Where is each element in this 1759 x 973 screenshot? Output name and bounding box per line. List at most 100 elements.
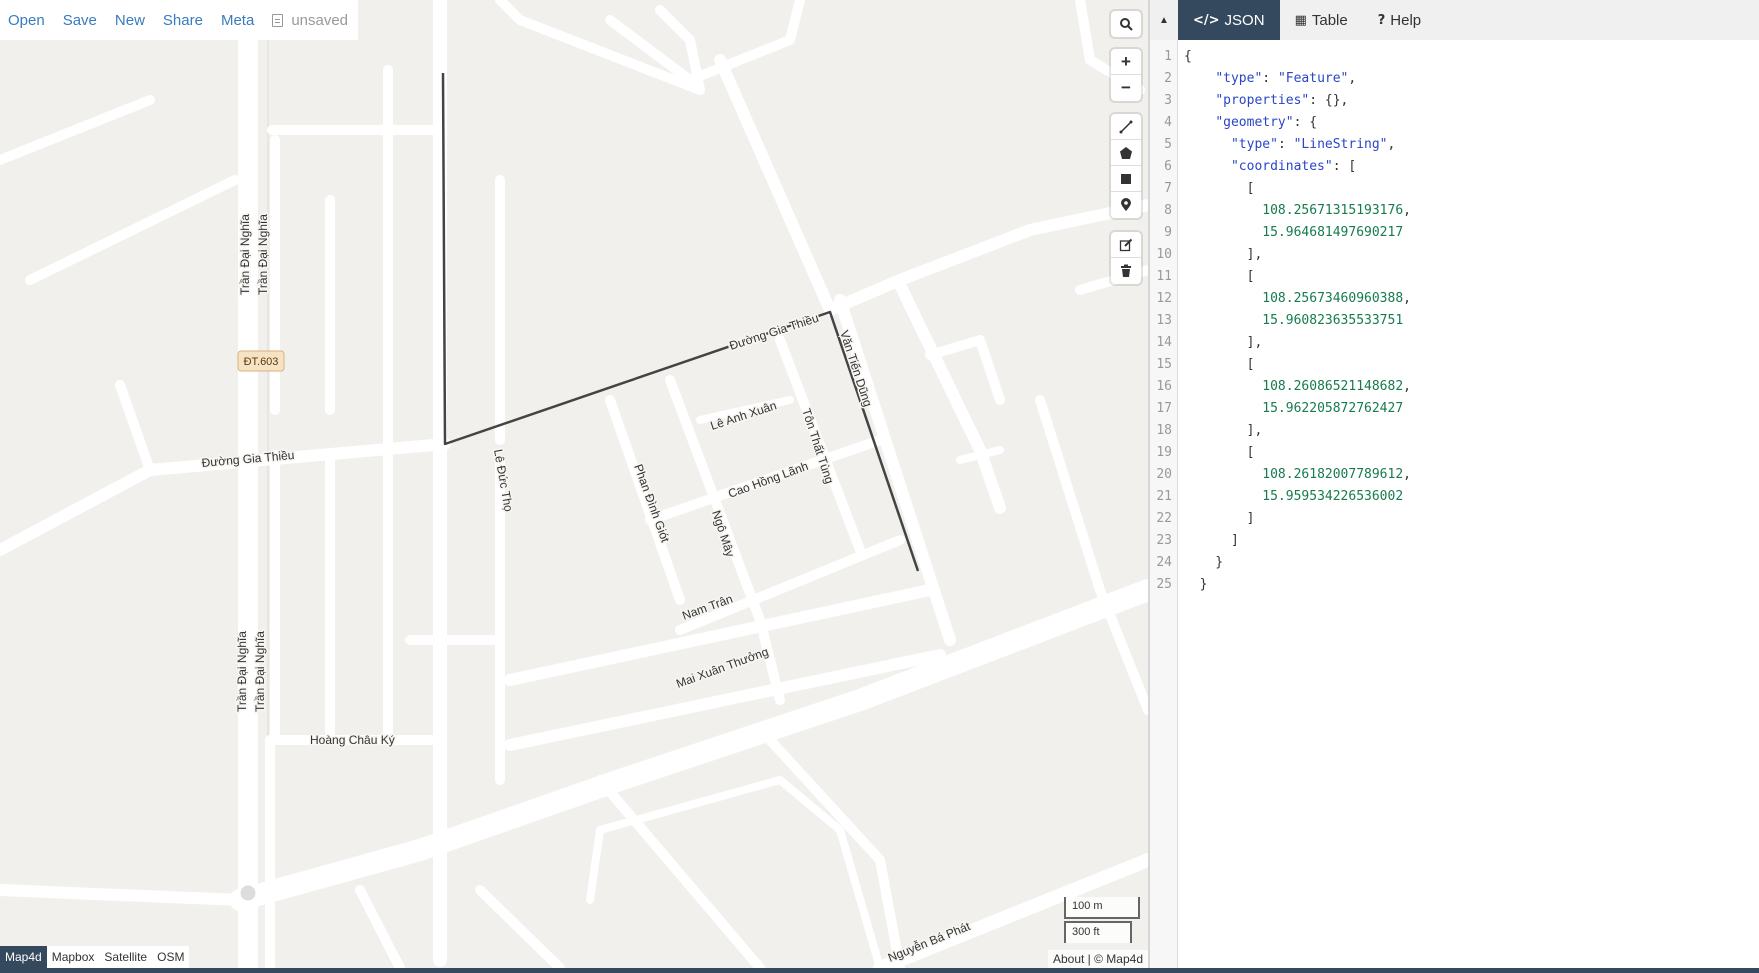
zoom-in-icon[interactable]: + <box>1111 49 1141 75</box>
new-button[interactable]: New <box>115 12 145 29</box>
line-number: 16 <box>1156 379 1172 394</box>
line-number: 1 <box>1164 49 1172 64</box>
tab-help-label: Help <box>1390 11 1422 29</box>
line-number: 4 <box>1164 115 1172 130</box>
code-text: [ <box>1184 445 1255 460</box>
line-number: 3 <box>1164 93 1172 108</box>
map-roads <box>0 0 1148 968</box>
delete-icon[interactable] <box>1111 258 1141 284</box>
line-number: 17 <box>1156 401 1172 416</box>
scale-imperial: 300 ft <box>1064 921 1132 943</box>
code-text: ], <box>1184 335 1263 350</box>
help-icon: ? <box>1377 12 1386 28</box>
tab-table[interactable]: ▦ Table <box>1280 0 1363 40</box>
top-menu: Open Save New Share Meta unsaved <box>0 0 359 40</box>
scale-metric: 100 m <box>1064 897 1140 919</box>
line-number: 19 <box>1156 445 1172 460</box>
code-text: "coordinates": [ <box>1230 159 1357 174</box>
zoom-control: + − <box>1111 49 1141 101</box>
code-text: ], <box>1184 423 1263 438</box>
line-number: 8 <box>1164 203 1172 218</box>
layer-mapbox[interactable]: Mapbox <box>47 946 100 968</box>
code-text: 108.26086521148682, <box>1262 379 1411 394</box>
code-text: "properties": {}, <box>1215 93 1349 108</box>
tab-help[interactable]: ? Help <box>1363 0 1436 40</box>
line-number: 10 <box>1156 247 1172 262</box>
draw-polygon-icon[interactable] <box>1111 140 1141 166</box>
tab-bar: ▲ </> JSON ▦ Table ? Help <box>1150 0 1759 40</box>
street-label: Cao Hồng Lãnh <box>726 459 810 501</box>
code-text: ] <box>1184 533 1239 548</box>
table-icon: ▦ <box>1294 12 1307 28</box>
route-shield-label: ĐT.603 <box>244 356 279 368</box>
line-number: 25 <box>1156 577 1172 592</box>
layer-satellite[interactable]: Satellite <box>99 946 152 968</box>
code-text: [ <box>1184 181 1255 196</box>
map-view[interactable]: ĐT.603 Trần Đại Nghĩa Trần Đại Nghĩa Trầ… <box>0 0 1148 968</box>
street-label: Trần Đại Nghĩa <box>238 214 252 295</box>
collapse-icon[interactable]: ▲ <box>1150 0 1178 40</box>
street-label: Hoàng Châu Ký <box>310 733 395 747</box>
street-label: Trần Đại Nghĩa <box>235 631 249 712</box>
route-shield: ĐT.603 <box>237 350 285 372</box>
save-button[interactable]: Save <box>63 12 97 29</box>
code-text: "type": "LineString", <box>1230 137 1396 152</box>
code-text: "type": "Feature", <box>1215 71 1357 86</box>
tab-json[interactable]: </> JSON <box>1178 0 1280 40</box>
tab-table-label: Table <box>1311 11 1348 29</box>
street-label: Trần Đại Nghĩa <box>256 214 270 295</box>
json-editor[interactable]: 1 {2 "type": "Feature", 3 "properties": {}… <box>1150 40 1759 968</box>
file-icon <box>272 13 284 27</box>
line-number: 5 <box>1164 137 1172 152</box>
code-text: [ <box>1184 357 1255 372</box>
roundabout <box>237 882 259 904</box>
code-text: 108.25673460960388, <box>1262 291 1411 306</box>
line-number: 2 <box>1164 71 1172 86</box>
code-text: 108.25671315193176, <box>1262 203 1411 218</box>
line-number: 12 <box>1156 291 1172 306</box>
line-number: 15 <box>1156 357 1172 372</box>
street-label: Lê Anh Xuân <box>709 398 779 433</box>
edit-icon[interactable] <box>1111 232 1141 258</box>
code-text: 15.964681497690217 <box>1262 225 1404 240</box>
line-number: 20 <box>1156 467 1172 482</box>
line-number: 23 <box>1156 533 1172 548</box>
layer-switcher: Map4d Mapbox Satellite OSM <box>0 946 190 968</box>
code-text: 15.962205872762427 <box>1262 401 1404 416</box>
code-text: 108.26182007789612, <box>1262 467 1411 482</box>
street-label: Đường Gia Thiều <box>728 311 821 353</box>
line-number: 13 <box>1156 313 1172 328</box>
editor-panel: ▲ </> JSON ▦ Table ? Help 1 {2 "type": "F… <box>1150 0 1759 968</box>
code-text: } <box>1184 577 1208 592</box>
open-button[interactable]: Open <box>8 12 45 29</box>
code-text: ], <box>1184 247 1263 262</box>
map-canvas[interactable]: ĐT.603 Trần Đại Nghĩa Trần Đại Nghĩa Trầ… <box>0 0 1148 968</box>
edit-control <box>1111 232 1141 284</box>
draw-line-icon[interactable] <box>1111 114 1141 140</box>
line-number: 14 <box>1156 335 1172 350</box>
code-icon: </> <box>1193 12 1220 28</box>
code-text: } <box>1184 555 1224 570</box>
street-label: Ngô Mây <box>709 509 737 559</box>
bottom-bar <box>0 968 1759 973</box>
zoom-out-icon[interactable]: − <box>1111 75 1141 101</box>
line-number: 11 <box>1156 269 1172 284</box>
line-number: 9 <box>1164 225 1172 240</box>
draw-marker-icon[interactable] <box>1111 192 1141 218</box>
line-number: 22 <box>1156 511 1172 526</box>
street-label: Mai Xuân Thưởng <box>674 644 770 690</box>
meta-button[interactable]: Meta <box>221 12 254 29</box>
share-button[interactable]: Share <box>163 12 203 29</box>
draw-rectangle-icon[interactable] <box>1111 166 1141 192</box>
app-root: ĐT.603 Trần Đại Nghĩa Trần Đại Nghĩa Trầ… <box>0 0 1759 973</box>
map-attribution[interactable]: About | © Map4d <box>1047 950 1148 968</box>
line-number: 7 <box>1164 181 1172 196</box>
layer-osm[interactable]: OSM <box>152 946 189 968</box>
line-number: 21 <box>1156 489 1172 504</box>
street-label: Trần Đại Nghĩa <box>253 631 267 712</box>
search-icon[interactable] <box>1111 11 1141 37</box>
street-labels: Trần Đại Nghĩa Trần Đại Nghĩa Trần Đại N… <box>200 212 975 966</box>
layer-map4d[interactable]: Map4d <box>0 946 47 968</box>
line-number: 6 <box>1164 159 1172 174</box>
line-number: 18 <box>1156 423 1172 438</box>
